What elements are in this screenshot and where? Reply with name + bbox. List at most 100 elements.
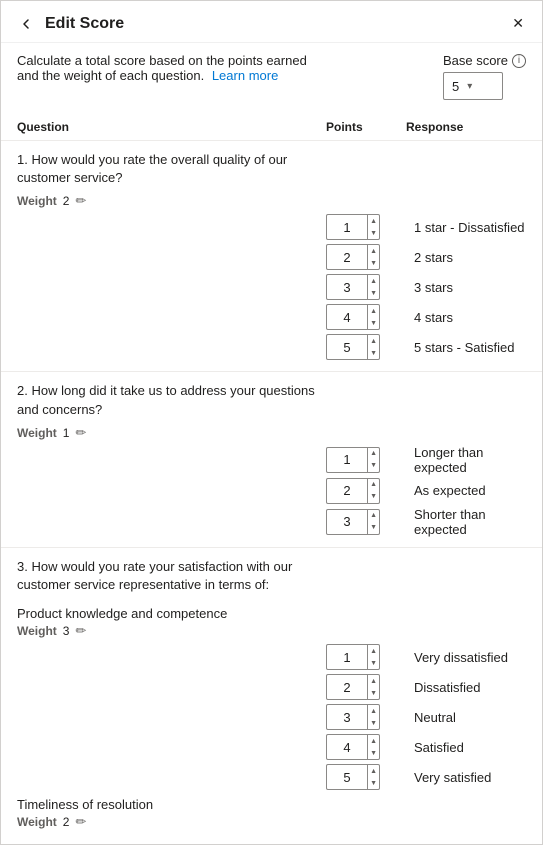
response-text-3-1: Very dissatisfied (406, 650, 526, 665)
base-score-container: Base score i 5 ▾ (443, 53, 526, 100)
points-up-3-1[interactable]: ▲ (368, 645, 379, 657)
points-up-3-2[interactable]: ▲ (368, 675, 379, 687)
points-arrows-1-3: ▲ ▼ (367, 275, 379, 299)
points-down-3-4[interactable]: ▼ (368, 747, 379, 759)
edit-weight-1-icon[interactable]: ✏ (75, 193, 86, 209)
points-down-3-5[interactable]: ▼ (368, 777, 379, 789)
response-text-1-1: 1 star - Dissatisfied (406, 220, 526, 235)
points-input-1-5[interactable]: 5 ▲ ▼ (326, 334, 380, 360)
question-block-3: 3. How would you rate your satisfaction … (1, 548, 542, 844)
response-text-3-4: Satisfied (406, 740, 526, 755)
points-down-1-5[interactable]: ▼ (368, 347, 379, 359)
points-input-3-2[interactable]: 2 ▲ ▼ (326, 674, 380, 700)
table-row: 3 ▲ ▼ 3 stars (17, 273, 526, 301)
questions-list: 1. How would you rate the overall qualit… (1, 141, 542, 844)
description-block: Calculate a total score based on the poi… (17, 53, 327, 83)
question-3-text: 3. How would you rate your satisfaction … (17, 558, 326, 594)
points-arrows-1-1: ▲ ▼ (367, 215, 379, 239)
base-score-select[interactable]: 5 ▾ (443, 72, 503, 100)
response-text-1-3: 3 stars (406, 280, 526, 295)
col-points: Points (326, 120, 406, 134)
points-input-3-3[interactable]: 3 ▲ ▼ (326, 704, 380, 730)
table-row: 1 ▲ ▼ Very dissatisfied (17, 643, 526, 671)
base-score-value: 5 (452, 79, 459, 94)
points-up-1-2[interactable]: ▲ (368, 245, 379, 257)
points-arrows-3-1: ▲ ▼ (367, 645, 379, 669)
weight-label-3a: Weight (17, 624, 57, 638)
points-arrows-2-1: ▲ ▼ (367, 448, 379, 472)
header-left: Edit Score (17, 14, 124, 34)
learn-more-link[interactable]: Learn more (212, 68, 278, 83)
response-text-3-2: Dissatisfied (406, 680, 526, 695)
question-2-text: 2. How long did it take us to address yo… (17, 382, 326, 418)
table-row: 3 ▲ ▼ Neutral (17, 703, 526, 731)
points-input-2-3[interactable]: 3 ▲ ▼ (326, 509, 380, 535)
points-input-3-4[interactable]: 4 ▲ ▼ (326, 734, 380, 760)
points-arrows-1-5: ▲ ▼ (367, 335, 379, 359)
col-question: Question (17, 120, 326, 134)
close-button[interactable]: ✕ (510, 13, 526, 34)
weight-label-1: Weight (17, 194, 57, 208)
points-up-2-2[interactable]: ▲ (368, 479, 379, 491)
table-row: 5 ▲ ▼ Very satisfied (17, 763, 526, 791)
table-row: 1 ▲ ▼ Longer than expected (17, 445, 526, 475)
sub-label-1-block: Product knowledge and competence Weight … (17, 606, 526, 639)
points-down-1-3[interactable]: ▼ (368, 287, 379, 299)
points-down-3-2[interactable]: ▼ (368, 687, 379, 699)
points-up-1-5[interactable]: ▲ (368, 335, 379, 347)
points-down-1-1[interactable]: ▼ (368, 227, 379, 239)
points-arrows-1-4: ▲ ▼ (367, 305, 379, 329)
points-up-1-1[interactable]: ▲ (368, 215, 379, 227)
question-2-responses: 1 ▲ ▼ Longer than expected 2 ▲ (17, 445, 526, 537)
info-icon[interactable]: i (512, 54, 526, 68)
points-down-2-3[interactable]: ▼ (368, 522, 379, 534)
table-row: 2 ▲ ▼ As expected (17, 477, 526, 505)
base-score-label-row: Base score i (443, 53, 526, 68)
points-input-1-2[interactable]: 2 ▲ ▼ (326, 244, 380, 270)
points-down-2-1[interactable]: ▼ (368, 460, 379, 472)
points-input-1-1[interactable]: 1 ▲ ▼ (326, 214, 380, 240)
edit-weight-2-icon[interactable]: ✏ (75, 425, 86, 441)
points-arrows-3-4: ▲ ▼ (367, 735, 379, 759)
points-up-3-4[interactable]: ▲ (368, 735, 379, 747)
points-input-1-3[interactable]: 3 ▲ ▼ (326, 274, 380, 300)
points-up-3-3[interactable]: ▲ (368, 705, 379, 717)
points-up-2-3[interactable]: ▲ (368, 510, 379, 522)
table-row: 2 ▲ ▼ Dissatisfied (17, 673, 526, 701)
points-down-2-2[interactable]: ▼ (368, 491, 379, 503)
weight-label-2: Weight (17, 426, 57, 440)
response-text-1-4: 4 stars (406, 310, 526, 325)
table-row: 2 ▲ ▼ 2 stars (17, 243, 526, 271)
points-down-3-1[interactable]: ▼ (368, 657, 379, 669)
points-up-1-3[interactable]: ▲ (368, 275, 379, 287)
weight-value-1: 2 (63, 194, 70, 208)
dialog-header: Edit Score ✕ (1, 1, 542, 43)
points-arrows-2-2: ▲ ▼ (367, 479, 379, 503)
points-input-2-2[interactable]: 2 ▲ ▼ (326, 478, 380, 504)
points-down-1-2[interactable]: ▼ (368, 257, 379, 269)
back-button[interactable] (17, 14, 37, 34)
question-2-weight-row: Weight 1 ✏ (17, 425, 326, 441)
points-up-1-4[interactable]: ▲ (368, 305, 379, 317)
weight-label-3b: Weight (17, 815, 57, 829)
points-arrows-3-5: ▲ ▼ (367, 765, 379, 789)
edit-weight-3a-icon[interactable]: ✏ (75, 623, 86, 639)
edit-weight-3b-icon[interactable]: ✏ (75, 814, 86, 830)
sub-label-1: Product knowledge and competence (17, 606, 526, 621)
weight-value-3b: 2 (63, 815, 70, 829)
response-text-2-3: Shorter than expected (406, 507, 526, 537)
points-input-2-1[interactable]: 1 ▲ ▼ (326, 447, 380, 473)
table-header: Question Points Response (1, 114, 542, 141)
points-input-1-4[interactable]: 4 ▲ ▼ (326, 304, 380, 330)
response-text-1-2: 2 stars (406, 250, 526, 265)
weight-value-3a: 3 (63, 624, 70, 638)
points-input-3-1[interactable]: 1 ▲ ▼ (326, 644, 380, 670)
sub-label-1-weight-row: Weight 3 ✏ (17, 623, 526, 639)
table-row: 4 ▲ ▼ Satisfied (17, 733, 526, 761)
points-up-2-1[interactable]: ▲ (368, 448, 379, 460)
top-section: Calculate a total score based on the poi… (1, 43, 542, 106)
points-up-3-5[interactable]: ▲ (368, 765, 379, 777)
points-input-3-5[interactable]: 5 ▲ ▼ (326, 764, 380, 790)
points-down-1-4[interactable]: ▼ (368, 317, 379, 329)
points-down-3-3[interactable]: ▼ (368, 717, 379, 729)
